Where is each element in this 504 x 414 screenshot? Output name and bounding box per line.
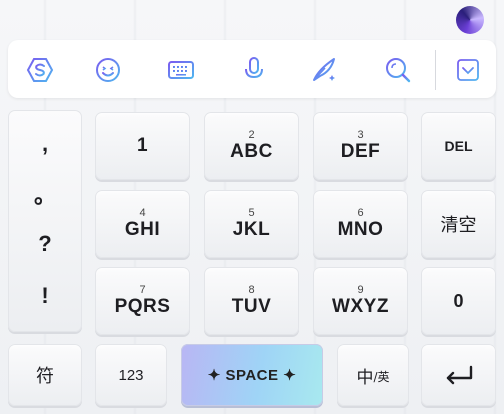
key-1-label: 1 — [136, 135, 149, 156]
numeric-key-label: 123 — [118, 366, 144, 384]
symbol-key-label: 符 — [36, 366, 54, 387]
avatar[interactable] — [456, 6, 484, 34]
key-3-letters: DEF — [340, 141, 381, 162]
key-1[interactable]: 1 — [95, 112, 190, 180]
logo-icon[interactable] — [22, 52, 58, 88]
key-2[interactable]: 2 ABC — [204, 112, 299, 180]
punctuation-column: , 。 ? ! — [8, 110, 82, 332]
language-switch-key[interactable]: 中/英 — [337, 344, 409, 406]
enter-icon — [446, 365, 472, 385]
delete-key-label: DEL — [444, 138, 473, 154]
microphone-icon[interactable] — [236, 52, 272, 88]
punct-exclamation[interactable]: ! — [8, 274, 82, 318]
toolbar-divider — [435, 50, 436, 90]
space-key-label: ✦ SPACE ✦ — [207, 367, 297, 384]
key-5-letters: JKL — [232, 219, 271, 240]
key-4[interactable]: 4 GHI — [95, 190, 190, 258]
key-0[interactable]: 0 — [421, 267, 496, 335]
key-4-letters: GHI — [124, 219, 161, 240]
delete-key[interactable]: DEL — [421, 112, 496, 180]
collapse-icon[interactable] — [450, 52, 486, 88]
keyboard: , 。 ? ! 1 2 ABC 3 DEF DEL 4 GHI 5 JKL 6 … — [0, 0, 504, 414]
key-3-number: 3 — [357, 129, 364, 141]
key-4-number: 4 — [139, 207, 146, 219]
key-8-number: 8 — [248, 284, 255, 296]
space-key[interactable]: ✦ SPACE ✦ — [181, 344, 323, 406]
punct-comma[interactable]: , — [8, 122, 82, 166]
key-2-number: 2 — [248, 129, 255, 141]
key-6-number: 6 — [357, 207, 364, 219]
key-0-label: 0 — [453, 290, 464, 311]
keyboard-icon[interactable] — [163, 52, 199, 88]
clear-key-label: 清空 — [440, 215, 477, 236]
key-8-letters: TUV — [231, 296, 272, 317]
key-6[interactable]: 6 MNO — [313, 190, 408, 258]
symbol-key[interactable]: 符 — [8, 344, 82, 406]
punct-question[interactable]: ? — [8, 222, 82, 266]
emoji-icon[interactable] — [90, 52, 126, 88]
search-icon[interactable] — [380, 52, 416, 88]
key-7-number: 7 — [139, 284, 146, 296]
key-9-number: 9 — [357, 284, 364, 296]
punct-period[interactable]: 。 — [8, 172, 82, 216]
numeric-key[interactable]: 123 — [95, 344, 167, 406]
key-3[interactable]: 3 DEF — [313, 112, 408, 180]
key-9[interactable]: 9 WXYZ — [313, 267, 408, 335]
handwriting-icon[interactable] — [306, 52, 342, 88]
key-7[interactable]: 7 PQRS — [95, 267, 190, 335]
toolbar — [8, 40, 496, 98]
key-5[interactable]: 5 JKL — [204, 190, 299, 258]
language-sub-label: /英 — [373, 370, 390, 384]
enter-key[interactable] — [421, 344, 496, 406]
key-5-number: 5 — [248, 207, 255, 219]
key-9-letters: WXYZ — [332, 296, 389, 317]
key-2-letters: ABC — [230, 141, 273, 162]
key-7-letters: PQRS — [114, 296, 171, 317]
key-6-letters: MNO — [337, 219, 384, 240]
key-8[interactable]: 8 TUV — [204, 267, 299, 335]
language-main-label: 中 — [356, 367, 374, 388]
clear-key[interactable]: 清空 — [421, 190, 496, 258]
